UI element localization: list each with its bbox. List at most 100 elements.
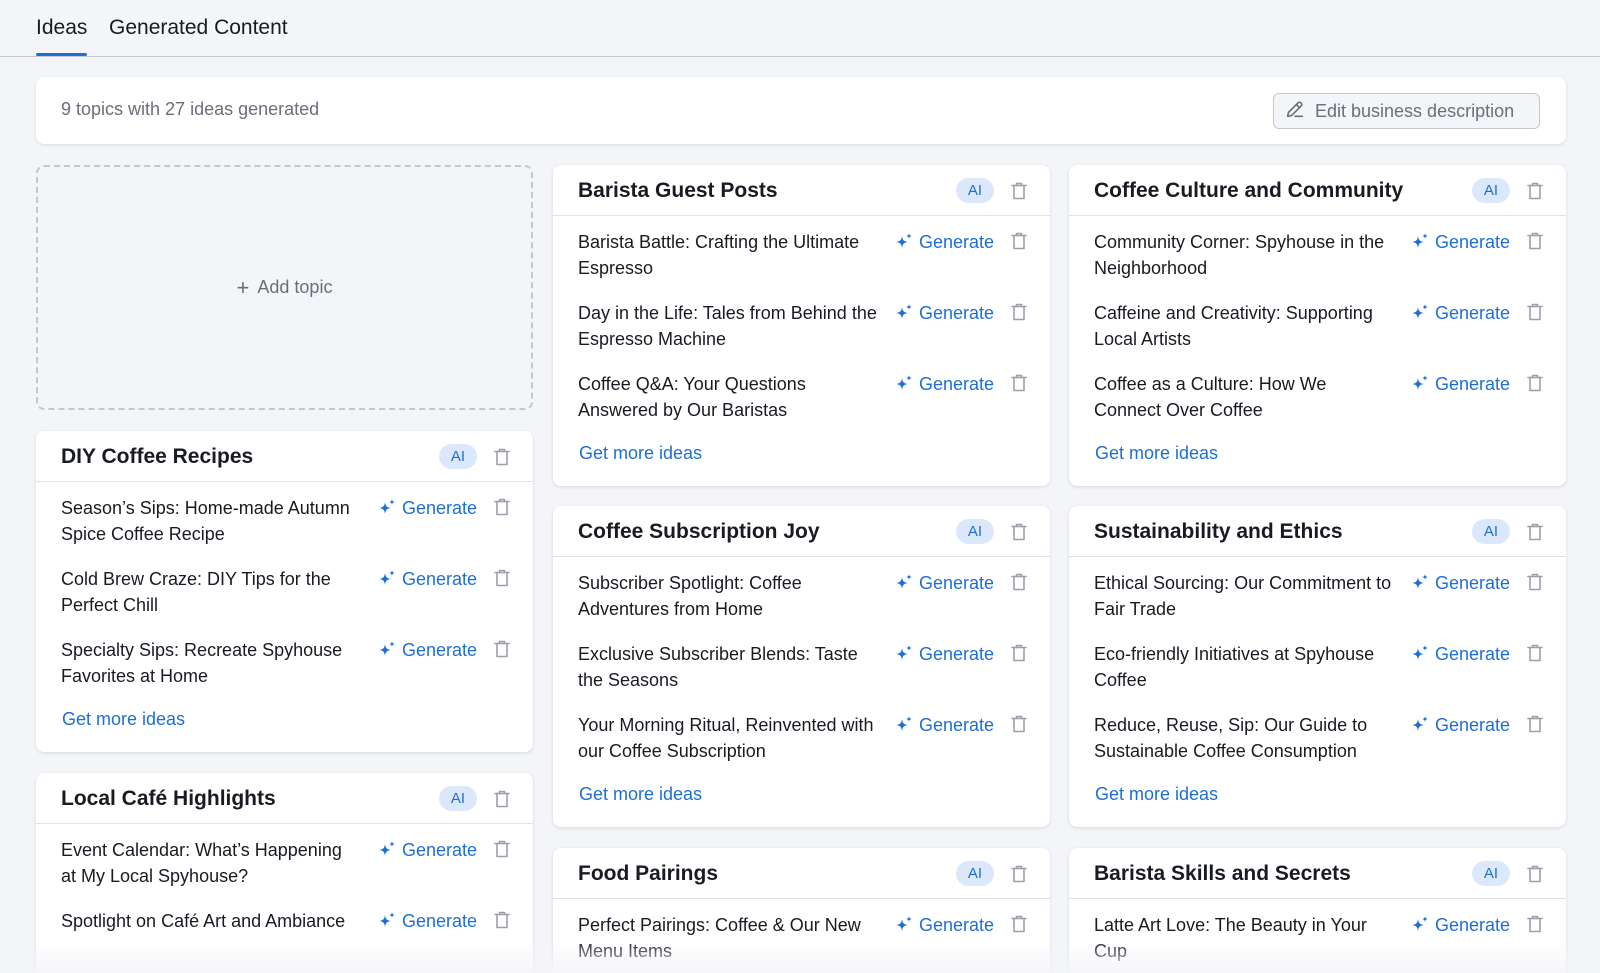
idea-row: Perfect Pairings: Coffee & Our New Menu … (553, 899, 1050, 970)
sparkle-icon (894, 232, 914, 252)
trash-icon[interactable] (1011, 303, 1027, 321)
trash-icon[interactable] (1011, 915, 1027, 933)
trash-icon[interactable] (1527, 715, 1543, 733)
trash-icon[interactable] (494, 790, 510, 808)
get-more-ideas-link[interactable]: Get more ideas (1095, 443, 1218, 464)
generate-button[interactable]: Generate (377, 838, 477, 862)
trash-icon[interactable] (1011, 715, 1027, 733)
trash-icon[interactable] (1527, 644, 1543, 662)
trash-icon[interactable] (1011, 523, 1027, 541)
idea-row: Cold Brew Craze: DIY Tips for the Perfec… (36, 553, 533, 624)
trash-icon[interactable] (494, 498, 510, 516)
trash-icon[interactable] (494, 448, 510, 466)
generate-label: Generate (401, 639, 477, 660)
idea-title: Day in the Life: Tales from Behind the E… (578, 303, 877, 349)
generate-button[interactable]: Generate (377, 909, 477, 933)
sparkle-icon (377, 840, 397, 860)
generate-button[interactable]: Generate (377, 638, 477, 662)
trash-icon[interactable] (494, 569, 510, 587)
generate-button[interactable]: Generate (1410, 230, 1510, 254)
trash-icon[interactable] (1527, 915, 1543, 933)
generate-button[interactable]: Generate (1410, 713, 1510, 737)
ai-badge: AI (956, 178, 994, 203)
generate-label: Generate (918, 714, 994, 735)
idea-title: Subscriber Spotlight: Coffee Adventures … (578, 573, 802, 619)
idea-row: Latte Art Love: The Beauty in Your Cup Ge… (1069, 899, 1566, 970)
generate-button[interactable]: Generate (894, 571, 994, 595)
idea-row: Caffeine and Creativity: Supporting Loca… (1069, 287, 1566, 358)
generate-button[interactable]: Generate (377, 567, 477, 591)
generate-button[interactable]: Generate (894, 372, 994, 396)
tab-ideas[interactable]: Ideas (36, 16, 88, 56)
trash-icon[interactable] (494, 840, 510, 858)
generate-button[interactable]: Generate (894, 230, 994, 254)
idea-title: Caffeine and Creativity: Supporting Loca… (1094, 303, 1373, 349)
generate-button[interactable]: Generate (894, 642, 994, 666)
idea-title: Event Calendar: What’s Happening at My L… (61, 840, 342, 886)
generate-button[interactable]: Generate (1410, 301, 1510, 325)
trash-icon[interactable] (1011, 865, 1027, 883)
generate-label: Generate (918, 572, 994, 593)
edit-business-description-button[interactable]: Edit business description (1273, 93, 1540, 129)
idea-row: Specialty Sips: Recreate Spyhouse Favori… (36, 624, 533, 695)
generate-button[interactable]: Generate (894, 301, 994, 325)
topic-title: Barista Skills and Secrets (1094, 862, 1351, 885)
trash-icon[interactable] (1527, 232, 1543, 250)
generate-button[interactable]: Generate (1410, 642, 1510, 666)
trash-icon[interactable] (494, 911, 510, 929)
idea-title: Latte Art Love: The Beauty in Your Cup (1094, 915, 1367, 961)
generate-button[interactable]: Generate (1410, 372, 1510, 396)
idea-title: Coffee as a Culture: How We Connect Over… (1094, 374, 1327, 420)
trash-icon[interactable] (1011, 644, 1027, 662)
sparkle-icon (377, 569, 397, 589)
generate-button[interactable]: Generate (894, 713, 994, 737)
trash-icon[interactable] (1011, 573, 1027, 591)
trash-icon[interactable] (1011, 182, 1027, 200)
plus-icon: + (236, 274, 250, 300)
trash-icon[interactable] (494, 640, 510, 658)
idea-row: Spotlight on Café Art and Ambiance Genera… (36, 895, 533, 966)
idea-row: Day in the Life: Tales from Behind the E… (553, 287, 1050, 358)
add-topic-button[interactable]: + Add topic (36, 165, 533, 410)
trash-icon[interactable] (1527, 523, 1543, 541)
idea-title: Coffee Q&A: Your Questions Answered by O… (578, 374, 806, 420)
generate-label: Generate (918, 914, 994, 935)
sparkle-icon (1410, 573, 1430, 593)
topic-title: Coffee Subscription Joy (578, 520, 820, 543)
trash-icon[interactable] (1527, 374, 1543, 392)
ai-badge: AI (1472, 861, 1510, 886)
add-topic-label: Add topic (257, 277, 333, 297)
generate-label: Generate (401, 839, 477, 860)
get-more-ideas-link[interactable]: Get more ideas (1095, 784, 1218, 805)
sparkle-icon (377, 498, 397, 518)
generate-label: Generate (401, 497, 477, 518)
generate-button[interactable]: Generate (1410, 913, 1510, 937)
generate-label: Generate (918, 373, 994, 394)
trash-icon[interactable] (1527, 573, 1543, 591)
sparkle-icon (894, 303, 914, 323)
get-more-ideas-link[interactable]: Get more ideas (579, 784, 702, 805)
generate-button[interactable]: Generate (1410, 571, 1510, 595)
trash-icon[interactable] (1011, 374, 1027, 392)
pencil-icon (1284, 98, 1306, 125)
generate-button[interactable]: Generate (377, 496, 477, 520)
topic-card-header: Food Pairings AI (553, 848, 1050, 899)
idea-row: Season’s Sips: Home-made Autumn Spice Co… (36, 482, 533, 553)
idea-row: Reduce, Reuse, Sip: Our Guide to Sustain… (1069, 699, 1566, 770)
generate-label: Generate (1434, 643, 1510, 664)
idea-title: Exclusive Subscriber Blends: Taste the S… (578, 644, 858, 690)
tab-generated-content[interactable]: Generated Content (109, 16, 288, 56)
topic-card-header: Coffee Culture and Community AI (1069, 165, 1566, 216)
trash-icon[interactable] (1527, 182, 1543, 200)
trash-icon[interactable] (1527, 303, 1543, 321)
trash-icon[interactable] (1527, 865, 1543, 883)
trash-icon[interactable] (1011, 232, 1027, 250)
get-more-ideas-link[interactable]: Get more ideas (62, 709, 185, 730)
generate-button[interactable]: Generate (894, 913, 994, 937)
idea-title: Reduce, Reuse, Sip: Our Guide to Sustain… (1094, 715, 1368, 761)
idea-row: Event Calendar: What’s Happening at My L… (36, 824, 533, 895)
topic-card-sustainability-and-ethics: Sustainability and Ethics AI Ethical Sourc… (1069, 506, 1566, 827)
get-more-ideas-link[interactable]: Get more ideas (579, 443, 702, 464)
topic-card-barista-guest-posts: Barista Guest Posts AI Barista Battle: Cra… (553, 165, 1050, 486)
generate-label: Generate (1434, 302, 1510, 323)
